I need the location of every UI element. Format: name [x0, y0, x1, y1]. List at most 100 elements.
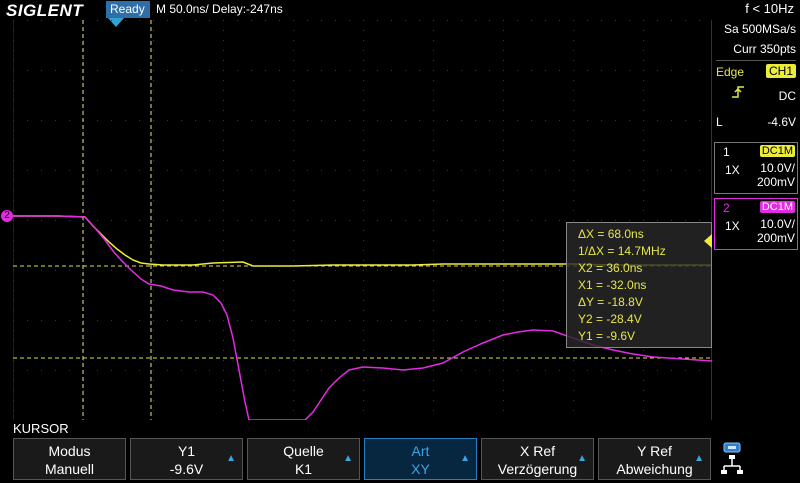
graticule-dot	[573, 30, 574, 31]
graticule-dot	[643, 160, 644, 161]
inverse-delta-x-readout: 1/ΔX = 14.7MHz	[578, 244, 666, 258]
softkey-x-ref[interactable]: X Ref Verzögerung ▲	[481, 438, 594, 480]
graticule-dot	[447, 270, 448, 271]
softkey-y-ref[interactable]: Y Ref Abweichung ▲	[598, 438, 711, 480]
graticule-dot	[643, 110, 644, 111]
softkey-quelle[interactable]: Quelle K1 ▲	[247, 438, 360, 480]
graticule-dot	[573, 350, 574, 351]
graticule-dot	[587, 220, 588, 221]
trigger-source-badge: CH1	[765, 64, 796, 78]
graticule-dot	[13, 120, 14, 121]
graticule-dot	[223, 30, 224, 31]
graticule-dot	[265, 220, 266, 221]
graticule-dot	[153, 380, 154, 381]
graticule-dot	[433, 200, 434, 201]
cursor-readout-panel: ΔX = 68.0ns 1/ΔX = 14.7MHz X2 = 36.0ns X…	[566, 222, 712, 348]
graticule-dot	[363, 170, 364, 171]
graticule-dot	[433, 40, 434, 41]
graticule-dot	[139, 170, 140, 171]
graticule-dot	[517, 270, 518, 271]
graticule-dot	[293, 370, 294, 371]
ch1-trigger-level-marker[interactable]	[704, 234, 712, 248]
graticule-dot	[349, 170, 350, 171]
graticule-dot	[223, 40, 224, 41]
graticule-dot	[13, 280, 14, 281]
waveform-display[interactable]	[13, 20, 712, 420]
graticule-dot	[517, 20, 518, 21]
graticule-dot	[307, 220, 308, 221]
graticule-dot	[153, 180, 154, 181]
graticule-dot	[433, 240, 434, 241]
graticule-dot	[433, 210, 434, 211]
graticule-dot	[83, 250, 84, 251]
graticule-dot	[405, 170, 406, 171]
graticule-dot	[153, 240, 154, 241]
graticule-dot	[503, 320, 504, 321]
graticule-dot	[503, 50, 504, 51]
graticule-dot	[293, 310, 294, 311]
graticule-dot	[279, 370, 280, 371]
graticule-dot	[699, 20, 700, 21]
graticule-dot	[125, 370, 126, 371]
graticule-dot	[13, 30, 14, 31]
graticule-dot	[503, 40, 504, 41]
graticule-dot	[83, 390, 84, 391]
graticule-dot	[447, 320, 448, 321]
graticule-dot	[97, 270, 98, 271]
graticule-dot	[573, 120, 574, 121]
graticule-dot	[13, 20, 14, 21]
graticule-dot	[433, 140, 434, 141]
ch2-info-box[interactable]: 2 DC1M 1X 10.0V/ 200mV	[714, 198, 798, 250]
softkey-y1[interactable]: Y1 -9.6V ▲	[130, 438, 243, 480]
graticule-dot	[643, 20, 644, 21]
graticule-dot	[475, 220, 476, 221]
graticule-dot	[209, 20, 210, 21]
graticule-dot	[237, 20, 238, 21]
graticule-dot	[363, 350, 364, 351]
x1-readout: X1 = -32.0ns	[578, 278, 647, 292]
graticule-dot	[433, 260, 434, 261]
graticule-dot	[293, 120, 294, 121]
graticule-dot	[531, 320, 532, 321]
graticule-dot	[363, 310, 364, 311]
ch1-info-box[interactable]: 1 DC1M 1X 10.0V/ 200mV	[714, 142, 798, 194]
softkey-art[interactable]: Art XY ▲	[364, 438, 477, 480]
graticule-dot	[573, 130, 574, 131]
graticule-dot	[573, 370, 574, 371]
graticule-dot	[223, 380, 224, 381]
graticule-dot	[587, 70, 588, 71]
graticule-dot	[265, 120, 266, 121]
graticule-dot	[125, 170, 126, 171]
graticule-dot	[489, 170, 490, 171]
graticule-dot	[447, 70, 448, 71]
graticule-dot	[13, 180, 14, 181]
graticule-dot	[97, 320, 98, 321]
graticule-dot	[433, 190, 434, 191]
graticule-dot	[27, 120, 28, 121]
graticule-dot	[643, 30, 644, 31]
graticule-dot	[293, 290, 294, 291]
graticule-dot	[223, 300, 224, 301]
ch2-ground-marker[interactable]: 2	[1, 210, 13, 222]
graticule-dot	[41, 70, 42, 71]
graticule-dot	[433, 380, 434, 381]
graticule-dot	[153, 330, 154, 331]
graticule-dot	[573, 380, 574, 381]
graticule-dot	[349, 270, 350, 271]
graticule-dot	[237, 120, 238, 121]
graticule-dot	[223, 250, 224, 251]
graticule-dot	[363, 410, 364, 411]
ch1-coupling-badge: DC1M	[759, 145, 795, 157]
graticule-dot	[503, 390, 504, 391]
graticule-dot	[139, 70, 140, 71]
knob-arrow-icon: ▲	[694, 453, 704, 464]
graticule-dot	[293, 150, 294, 151]
timebase-readout[interactable]: M 50.0ns/ Delay:-247ns	[156, 2, 283, 16]
graticule-dot	[503, 220, 504, 221]
graticule-dot	[559, 220, 560, 221]
softkey-modus[interactable]: Modus Manuell	[13, 438, 126, 480]
graticule-dot	[321, 120, 322, 121]
graticule-dot	[391, 220, 392, 221]
graticule-dot	[629, 220, 630, 221]
graticule-dot	[223, 340, 224, 341]
